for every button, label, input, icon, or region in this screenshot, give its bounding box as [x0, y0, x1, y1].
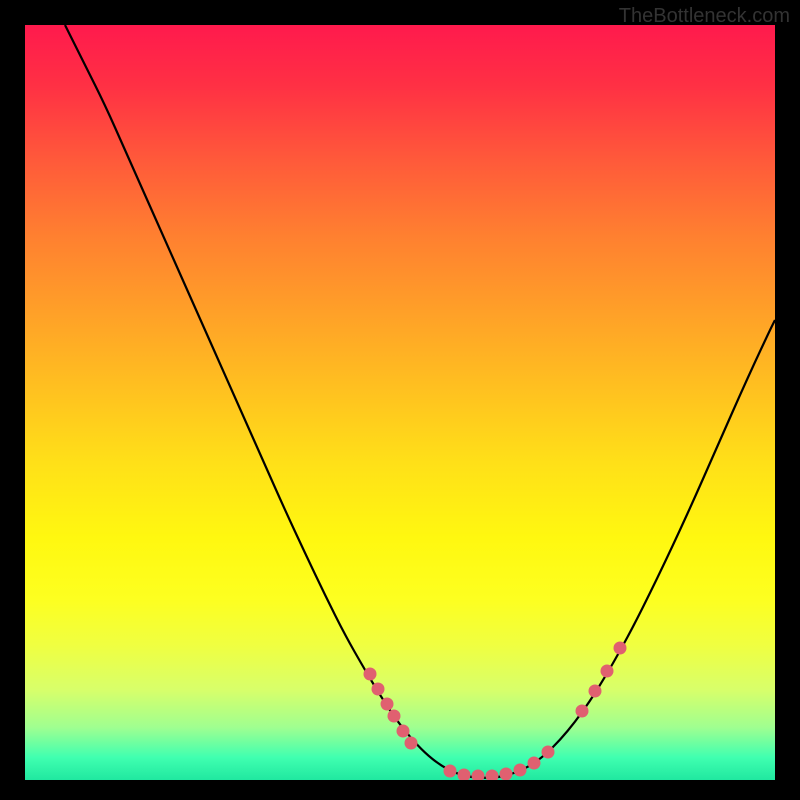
data-point [381, 698, 394, 711]
data-point [486, 770, 499, 781]
data-point [576, 705, 589, 718]
data-point [500, 768, 513, 781]
plot-area [25, 25, 775, 780]
data-point [542, 746, 555, 759]
data-point [514, 764, 527, 777]
data-point [405, 737, 418, 750]
attribution-text: TheBottleneck.com [619, 5, 790, 28]
data-point [458, 769, 471, 781]
data-point [364, 668, 377, 681]
chart-container: TheBottleneck.com [0, 0, 800, 800]
data-point [601, 665, 614, 678]
data-point [444, 765, 457, 778]
data-point [614, 642, 627, 655]
data-point [397, 725, 410, 738]
data-point [589, 685, 602, 698]
data-point [528, 757, 541, 770]
bottleneck-curve [65, 25, 775, 778]
curve-svg [25, 25, 775, 780]
data-points [364, 642, 627, 781]
data-point [472, 770, 485, 781]
data-point [372, 683, 385, 696]
data-point [388, 710, 401, 723]
